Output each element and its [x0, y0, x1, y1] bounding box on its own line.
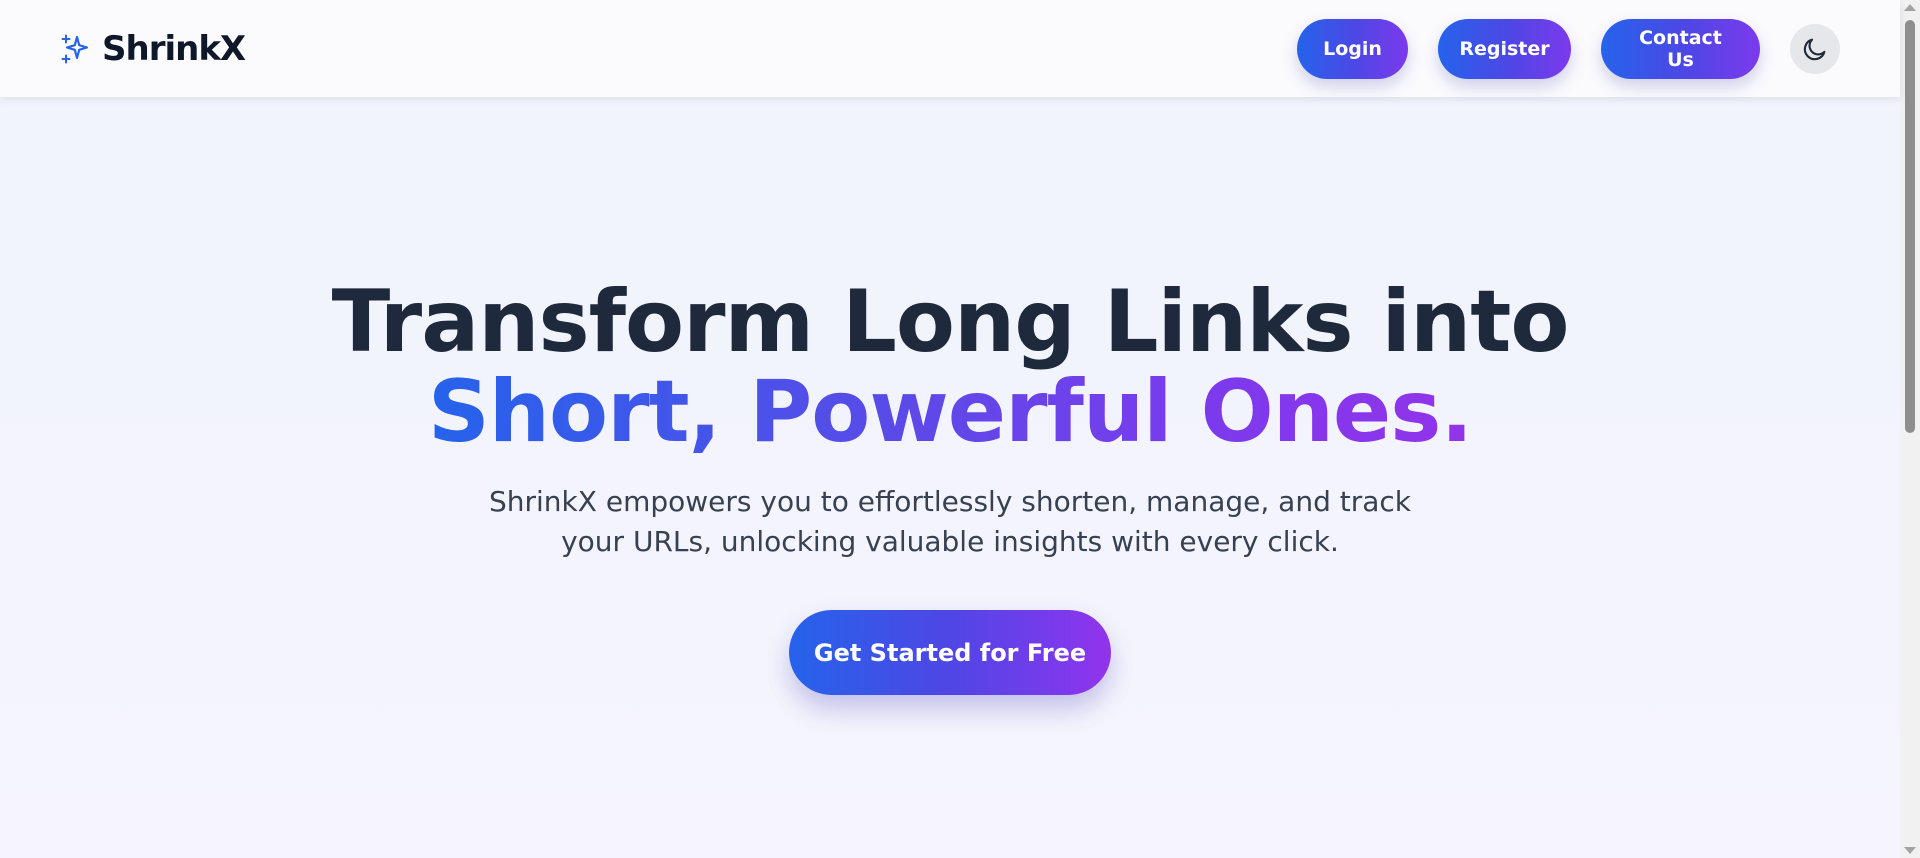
hero-title-highlight: Short, Powerful Ones. [427, 362, 1473, 462]
sparkles-icon [61, 34, 89, 63]
hero-subtitle: ShrinkX empowers you to effortlessly sho… [488, 485, 1412, 558]
moon-icon [1803, 38, 1826, 60]
get-started-button[interactable]: Get Started for Free [789, 610, 1111, 695]
hero-section: Transform Long Links into Short, Powerfu… [0, 97, 1900, 858]
brand-logo[interactable]: ShrinkX [60, 28, 246, 69]
hero-title-line-2: Short, Powerful Ones. [0, 367, 1900, 457]
top-navbar: ShrinkX Login Register Contact Us [0, 0, 1900, 97]
contact-us-button[interactable]: Contact Us [1601, 18, 1760, 79]
landing-page: ShrinkX Login Register Contact Us Transf… [0, 0, 1920, 858]
hero-title-line-1: Transform Long Links into [331, 272, 1570, 372]
page-scrollbar[interactable] [1900, 0, 1920, 858]
scroll-up-arrow-icon[interactable] [1904, 4, 1916, 11]
nav-actions: Login Register Contact Us [1297, 18, 1840, 79]
login-button[interactable]: Login [1297, 18, 1408, 79]
scroll-down-arrow-icon[interactable] [1904, 847, 1916, 854]
brand-name: ShrinkX [102, 28, 246, 69]
theme-toggle-button[interactable] [1790, 23, 1840, 74]
register-button[interactable]: Register [1438, 18, 1571, 79]
scroll-thumb[interactable] [1905, 20, 1915, 433]
